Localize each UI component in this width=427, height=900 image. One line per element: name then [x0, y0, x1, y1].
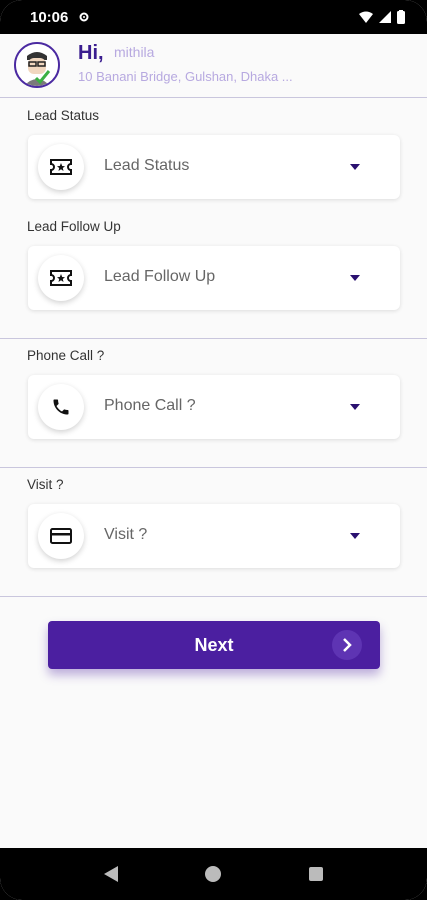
lead-status-value: Lead Status [104, 157, 190, 174]
status-bar: 10:06 [0, 0, 427, 34]
greeting-text: Hi, [78, 42, 104, 64]
app-screen: 10:06 Hi, mithila 10 Banani Bridge, Guls… [0, 0, 427, 900]
divider [0, 596, 427, 597]
divider [0, 338, 427, 339]
phone-call-icon-wrap [38, 384, 84, 430]
chevron-down-icon [350, 533, 360, 539]
chevron-down-icon [350, 275, 360, 281]
phone-call-dropdown[interactable]: Phone Call ? [28, 375, 400, 439]
ticket-icon [50, 159, 72, 175]
chevron-right-icon [332, 630, 362, 660]
settings-gear-icon [79, 12, 89, 22]
next-button[interactable]: Next [48, 621, 380, 669]
lead-follow-up-label: Lead Follow Up [27, 219, 121, 234]
signal-icon [379, 11, 391, 23]
lead-follow-up-value: Lead Follow Up [104, 268, 216, 285]
visit-label: Visit ? [27, 477, 64, 492]
visit-dropdown[interactable]: Visit ? [28, 504, 400, 568]
phone-call-label: Phone Call ? [27, 348, 105, 363]
divider [0, 467, 427, 468]
ticket-icon [50, 270, 72, 286]
battery-icon [397, 10, 405, 24]
next-button-label: Next [194, 634, 234, 655]
phone-icon [53, 399, 69, 415]
username-text: mithila [114, 44, 155, 60]
visit-value: Visit ? [104, 526, 148, 543]
chevron-down-icon [350, 404, 360, 410]
profile-header: Hi, mithila 10 Banani Bridge, Gulshan, D… [0, 34, 427, 98]
recents-icon[interactable] [308, 866, 324, 882]
lead-follow-up-icon-wrap [38, 255, 84, 301]
lead-follow-up-dropdown[interactable]: Lead Follow Up [28, 246, 400, 310]
wifi-icon [359, 11, 373, 23]
visit-icon-wrap [38, 513, 84, 559]
status-time: 10:06 [30, 8, 69, 26]
avatar[interactable] [14, 42, 60, 88]
address-text: 10 Banani Bridge, Gulshan, Dhaka ... [78, 69, 293, 84]
system-nav-bar [0, 848, 427, 900]
chevron-down-icon [350, 164, 360, 170]
phone-call-value: Phone Call ? [104, 397, 196, 414]
lead-status-dropdown[interactable]: Lead Status [28, 135, 400, 199]
lead-status-label: Lead Status [27, 108, 100, 123]
back-icon[interactable] [103, 865, 119, 883]
card-icon [50, 528, 72, 544]
avatar-illustration-icon [16, 44, 58, 86]
lead-status-icon-wrap [38, 144, 84, 190]
home-icon[interactable] [204, 865, 222, 883]
